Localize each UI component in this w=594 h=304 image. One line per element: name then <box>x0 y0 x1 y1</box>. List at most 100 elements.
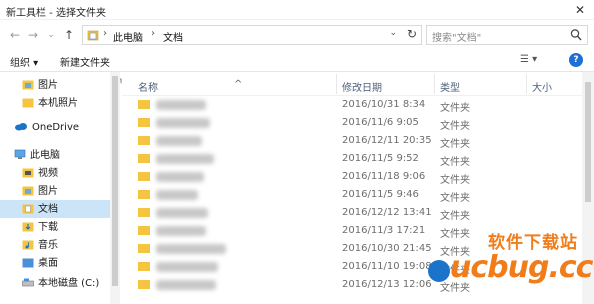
sidebar-item-music[interactable]: 音乐 <box>22 236 58 254</box>
file-type: 文件夹 <box>440 121 470 132</box>
table-row[interactable]: 2016/12/11 20:35 文件夹 <box>122 132 582 150</box>
table-row[interactable]: 2016/11/6 9:05 文件夹 <box>122 114 582 132</box>
sidebar-item-downloads[interactable]: 下载 <box>22 218 58 236</box>
address-dropdown-icon[interactable]: ⌄ <box>389 28 397 38</box>
column-header-type[interactable]: 类型 <box>440 79 460 94</box>
file-type: 文件夹 <box>440 175 470 186</box>
folder-icon <box>138 136 150 145</box>
address-bar[interactable]: › 此电脑 › 文档 ⌄ ↻ <box>82 25 422 45</box>
folder-icon <box>138 100 150 109</box>
sidebar-item-label: 此电脑 <box>30 150 60 161</box>
sidebar-item-desktop[interactable]: 桌面 <box>22 254 58 272</box>
watermark: 软件下载站 ucbug.cc <box>420 220 594 304</box>
sidebar-item-label: 本地磁盘 (C:) <box>38 278 100 289</box>
file-date: 2016/12/13 12:06 <box>342 279 432 290</box>
column-divider[interactable] <box>336 74 337 94</box>
refresh-icon[interactable]: ↻ <box>407 27 417 41</box>
file-type: 文件夹 <box>440 157 470 168</box>
file-name-blurred <box>156 262 218 272</box>
view-options-button[interactable]: ☰ ▾ <box>520 54 537 65</box>
column-divider[interactable] <box>434 74 435 94</box>
file-name-blurred <box>156 226 206 236</box>
help-icon[interactable]: ? <box>569 53 583 67</box>
pictures-folder-icon <box>22 80 34 90</box>
videos-folder-icon <box>22 168 34 178</box>
file-date: 2016/11/6 9:05 <box>342 117 419 128</box>
search-icon[interactable] <box>570 28 582 42</box>
file-name-blurred <box>156 100 206 110</box>
table-row[interactable]: 2016/11/18 9:06 文件夹 <box>122 168 582 186</box>
folder-icon <box>138 244 150 253</box>
file-date: 2016/11/18 9:06 <box>342 171 426 182</box>
column-header-size[interactable]: 大小 <box>532 79 552 94</box>
sidebar-item-documents[interactable]: 文档 <box>0 200 110 218</box>
sidebar-item-label: 图片 <box>38 80 58 91</box>
downloads-folder-icon <box>22 222 34 232</box>
file-date: 2016/12/11 20:35 <box>342 135 432 146</box>
sidebar-item-videos[interactable]: 视频 <box>22 164 58 182</box>
scrollbar-thumb[interactable] <box>112 76 118 286</box>
folder-icon <box>138 172 150 181</box>
sidebar-item-local-photos[interactable]: 本机照片 <box>22 94 78 112</box>
computer-icon <box>14 149 26 159</box>
folder-icon <box>138 280 150 289</box>
recent-locations-chevron-icon[interactable]: ⌄ <box>44 27 58 43</box>
navigation-pane: 图片 ✎ 本机照片 OneDrive 此电脑 视频 图片 文档 下载 音乐 桌面… <box>0 72 126 304</box>
up-arrow-icon[interactable]: ↑ <box>62 27 76 43</box>
sidebar-item-pictures-quick[interactable]: 图片 ✎ <box>22 76 126 94</box>
folder-icon <box>138 226 150 235</box>
breadcrumb-this-pc[interactable]: 此电脑 <box>113 29 143 44</box>
file-name-blurred <box>156 154 214 164</box>
sidebar-item-pictures[interactable]: 图片 <box>22 182 58 200</box>
organize-button[interactable]: 组织 ▾ <box>10 54 38 69</box>
forward-arrow-icon[interactable]: → <box>26 27 40 43</box>
sidebar-item-this-pc[interactable]: 此电脑 <box>14 146 60 164</box>
navigation-row: ← → ⌄ ↑ › 此电脑 › 文档 ⌄ ↻ 搜索"文档" <box>0 22 594 48</box>
table-row[interactable]: 2016/11/5 9:52 文件夹 <box>122 150 582 168</box>
drive-icon <box>22 278 34 287</box>
file-date: 2016/11/3 17:21 <box>342 225 426 236</box>
sidebar-item-label: 图片 <box>38 186 58 197</box>
sidebar-item-label: 下载 <box>38 222 58 233</box>
sort-ascending-icon: ^ <box>234 79 243 90</box>
folder-icon <box>138 118 150 127</box>
file-name-blurred <box>156 172 204 182</box>
desktop-folder-icon <box>22 258 34 268</box>
onedrive-cloud-icon <box>15 123 27 131</box>
breadcrumb-separator: › <box>103 28 107 39</box>
sidebar-item-onedrive[interactable]: OneDrive <box>14 121 79 139</box>
sidebar-item-label: 文档 <box>38 204 58 215</box>
column-header-name[interactable]: 名称 <box>138 79 158 94</box>
command-bar: 组织 ▾ 新建文件夹 ☰ ▾ ? <box>0 50 594 72</box>
close-icon[interactable]: ✕ <box>572 2 588 18</box>
back-arrow-icon[interactable]: ← <box>8 27 22 43</box>
file-type: 文件夹 <box>440 103 470 114</box>
file-date: 2016/11/5 9:52 <box>342 153 419 164</box>
file-type: 文件夹 <box>440 193 470 204</box>
breadcrumb-separator: › <box>151 28 155 39</box>
navigation-pane-scrollbar[interactable] <box>110 72 120 304</box>
table-row[interactable]: 2016/10/31 8:34 文件夹 <box>122 96 582 114</box>
file-date: 2016/11/10 19:08 <box>342 261 432 272</box>
column-header-date-modified[interactable]: 修改日期 <box>342 79 382 94</box>
sidebar-item-label: OneDrive <box>32 122 80 133</box>
sidebar-item-local-disk-c[interactable]: 本地磁盘 (C:) <box>22 274 99 292</box>
breadcrumb-documents[interactable]: 文档 <box>163 29 183 44</box>
folder-icon <box>138 190 150 199</box>
watermark-logo-icon <box>428 260 450 282</box>
table-row[interactable]: 2016/11/5 9:46 文件夹 <box>122 186 582 204</box>
search-box[interactable]: 搜索"文档" <box>426 25 588 45</box>
search-placeholder: 搜索"文档" <box>432 33 482 44</box>
scrollbar-thumb[interactable] <box>585 82 591 202</box>
folder-icon <box>138 262 150 271</box>
file-type: 文件夹 <box>440 139 470 150</box>
title-bar: 新工具栏 - 选择文件夹 ✕ <box>0 0 594 20</box>
sidebar-item-label: 本机照片 <box>38 98 78 109</box>
file-name-blurred <box>156 208 208 218</box>
sidebar-item-label: 音乐 <box>38 240 58 251</box>
file-name-blurred <box>156 118 210 128</box>
file-date: 2016/10/30 21:45 <box>342 243 432 254</box>
new-folder-button[interactable]: 新建文件夹 <box>60 54 110 69</box>
column-divider[interactable] <box>526 74 527 94</box>
file-date: 2016/12/12 13:41 <box>342 207 432 218</box>
